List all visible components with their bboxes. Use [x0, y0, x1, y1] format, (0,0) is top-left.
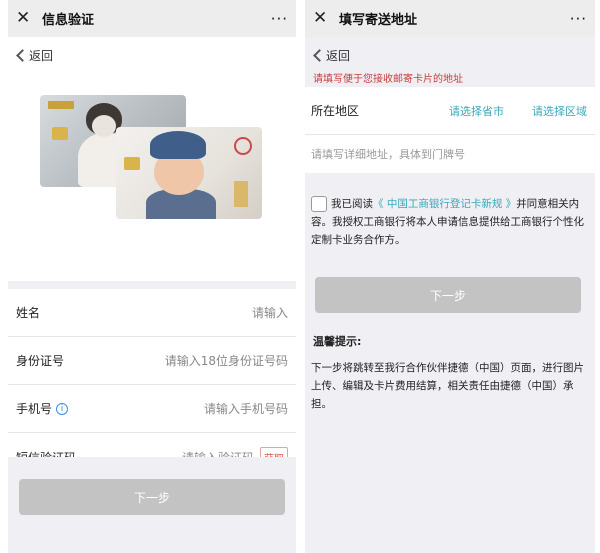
agreement-block: 我已阅读《 中国工商银行登记卡新规 》并同意相关内容。我授权工商银行将本人申请信… — [305, 173, 595, 249]
back-label: 返回 — [326, 48, 351, 63]
id-number-field[interactable]: 身份证号 请输入18位身份证号码 — [8, 337, 296, 385]
next-button[interactable]: 下一步 — [315, 277, 581, 313]
address-notice: 请填写便于您接收邮寄卡片的地址 — [313, 74, 463, 85]
shipping-address-screen: ✕ 填写寄送地址 ··· 返回 请填写便于您接收邮寄卡片的地址 所在地区 请选择… — [305, 0, 595, 553]
page-title: 信息验证 — [42, 13, 95, 28]
address-form: 所在地区 请选择省市 请选择区域 请填写详细地址，具体到门牌号 — [305, 87, 595, 173]
card-chip-icon — [124, 157, 140, 170]
id-number-label: 身份证号 — [16, 354, 65, 368]
info-icon[interactable]: i — [56, 402, 69, 415]
agree-prefix: 我已阅读 — [331, 198, 373, 210]
cat-face-shape — [92, 115, 116, 137]
back-label: 返回 — [29, 48, 54, 63]
agree-checkbox[interactable] — [311, 196, 327, 212]
title-bar: ✕ 信息验证 ··· — [8, 0, 296, 37]
close-icon[interactable]: ✕ — [16, 10, 36, 27]
region-row: 所在地区 请选择省市 请选择区域 — [305, 87, 595, 135]
decoration-shape — [234, 181, 248, 207]
more-icon[interactable]: ··· — [570, 10, 587, 28]
province-select[interactable]: 请选择省市 — [449, 103, 504, 119]
more-icon[interactable]: ··· — [271, 10, 288, 28]
screenshot: ✕ 信息验证 ··· 返回 姓名 请输入 身份证号 请输入18位身份证号码 手机… — [0, 0, 600, 553]
district-select[interactable]: 请选择区域 — [532, 103, 587, 119]
back-button[interactable]: 返回 — [305, 37, 595, 73]
phone-field[interactable]: 手机号 i 请输入手机号码 — [8, 385, 296, 433]
agreement-link[interactable]: 《 中国工商银行登记卡新规 》 — [373, 198, 516, 210]
seal-icon — [234, 137, 252, 155]
name-input[interactable]: 请输入 — [252, 304, 288, 321]
section-divider — [8, 281, 296, 289]
footer-area: 下一步 — [8, 457, 296, 553]
title-bar: ✕ 填写寄送地址 ··· — [305, 0, 595, 37]
tip-text: 下一步将跳转至我行合作伙伴捷德（中国）页面，进行图片上传、编辑及卡片费用结算，相… — [311, 362, 584, 410]
card-chip-icon — [52, 127, 68, 140]
tip-title: 温馨提示: — [313, 335, 362, 348]
content-area: 返回 姓名 请输入 身份证号 请输入18位身份证号码 手机号 i 请输入手机号码 — [8, 37, 296, 517]
chevron-left-icon — [313, 48, 326, 62]
close-icon[interactable]: ✕ — [313, 10, 333, 27]
chevron-left-icon — [16, 48, 29, 62]
back-button[interactable]: 返回 — [8, 37, 296, 73]
next-button[interactable]: 下一步 — [19, 479, 285, 515]
address-input[interactable]: 请填写详细地址，具体到门牌号 — [305, 135, 595, 173]
name-field[interactable]: 姓名 请输入 — [8, 289, 296, 337]
name-label: 姓名 — [16, 306, 41, 320]
page-title: 填写寄送地址 — [339, 13, 418, 28]
baby-card-image — [116, 127, 262, 219]
card-preview — [8, 73, 296, 281]
region-label: 所在地区 — [311, 104, 360, 118]
id-number-input[interactable]: 请输入18位身份证号码 — [165, 352, 288, 369]
info-verification-screen: ✕ 信息验证 ··· 返回 姓名 请输入 身份证号 请输入18位身份证号码 手机… — [8, 0, 296, 553]
bank-logo — [48, 101, 74, 109]
phone-input[interactable]: 请输入手机号码 — [204, 400, 288, 417]
baby-hat-shape — [150, 131, 206, 159]
phone-label: 手机号 — [16, 402, 53, 416]
